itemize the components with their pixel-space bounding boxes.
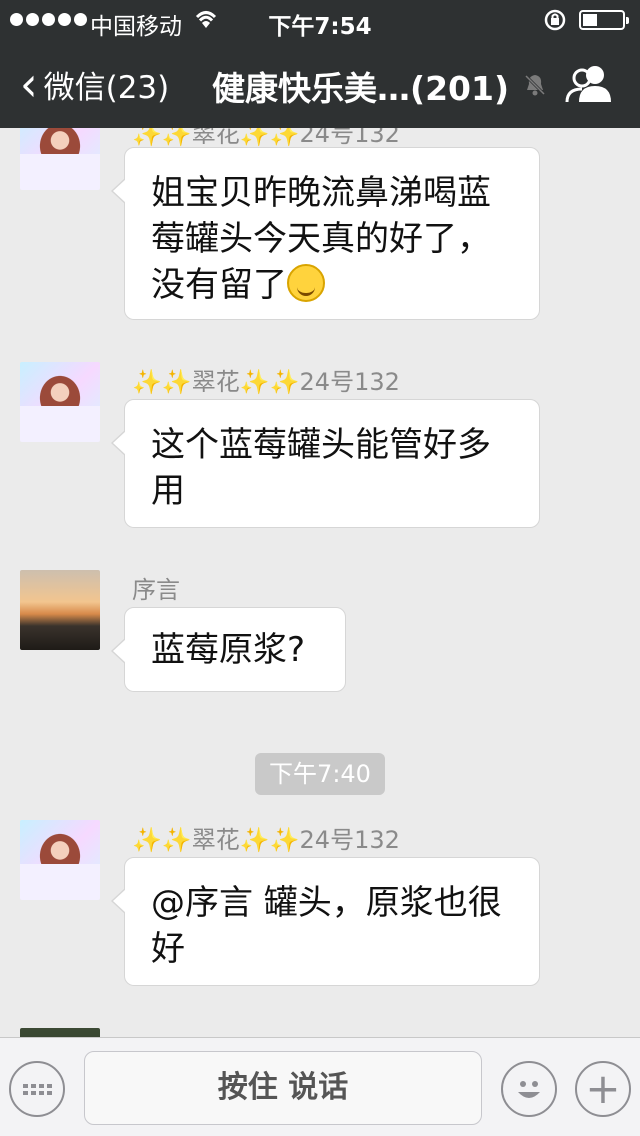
back-button[interactable]: ‹ 微信(23)	[20, 55, 170, 112]
message-bubble[interactable]: @序言 罐头，原浆也很好	[111, 857, 540, 986]
avatar[interactable]	[20, 362, 100, 442]
message-bubble[interactable]: 蓝莓原浆?	[111, 607, 346, 692]
smiling-face-icon	[287, 264, 325, 302]
smiley-icon	[518, 1081, 540, 1098]
mute-bell-icon	[524, 74, 546, 96]
more-options-button[interactable]: +	[575, 1061, 631, 1117]
sender-name: 序言	[132, 576, 180, 604]
avatar[interactable]	[20, 570, 100, 650]
message-bubble[interactable]: 这个蓝莓罐头能管好多用	[111, 399, 540, 528]
hold-to-talk-button[interactable]: 按住 说话	[84, 1051, 482, 1125]
message-text: 这个蓝莓罐头能管好多用	[151, 425, 491, 511]
time-separator: 下午7:40	[255, 753, 385, 795]
plus-icon: +	[585, 1064, 621, 1113]
avatar[interactable]	[20, 820, 100, 900]
keyboard-toggle-button[interactable]	[9, 1061, 65, 1117]
status-bar: 中国移动 下午7:54	[0, 0, 640, 40]
sender-name: ✨✨翠花✨✨24号132	[132, 368, 400, 396]
rotation-lock-icon	[544, 9, 566, 31]
nav-header: 中国移动 下午7:54 ‹ 微信(23) 健康快乐美…(201)	[0, 0, 640, 128]
chevron-left-icon: ‹	[20, 55, 38, 112]
sender-name: ✨✨翠花✨✨24号132	[132, 826, 400, 854]
message-text: 蓝莓原浆?	[151, 630, 306, 670]
keyboard-icon	[22, 1083, 52, 1095]
message-bubble[interactable]: 姐宝贝昨晚流鼻涕喝蓝莓罐头今天真的好了，没有留了	[111, 147, 540, 320]
back-label: 微信(23)	[43, 70, 170, 106]
chat-title: 健康快乐美…(201)	[212, 69, 510, 108]
message-text: @序言 罐头，原浆也很好	[151, 883, 502, 969]
battery-icon	[579, 10, 629, 30]
input-bar: 按住 说话 +	[0, 1037, 640, 1136]
group-members-icon[interactable]	[565, 64, 613, 104]
emoji-button[interactable]	[501, 1061, 557, 1117]
